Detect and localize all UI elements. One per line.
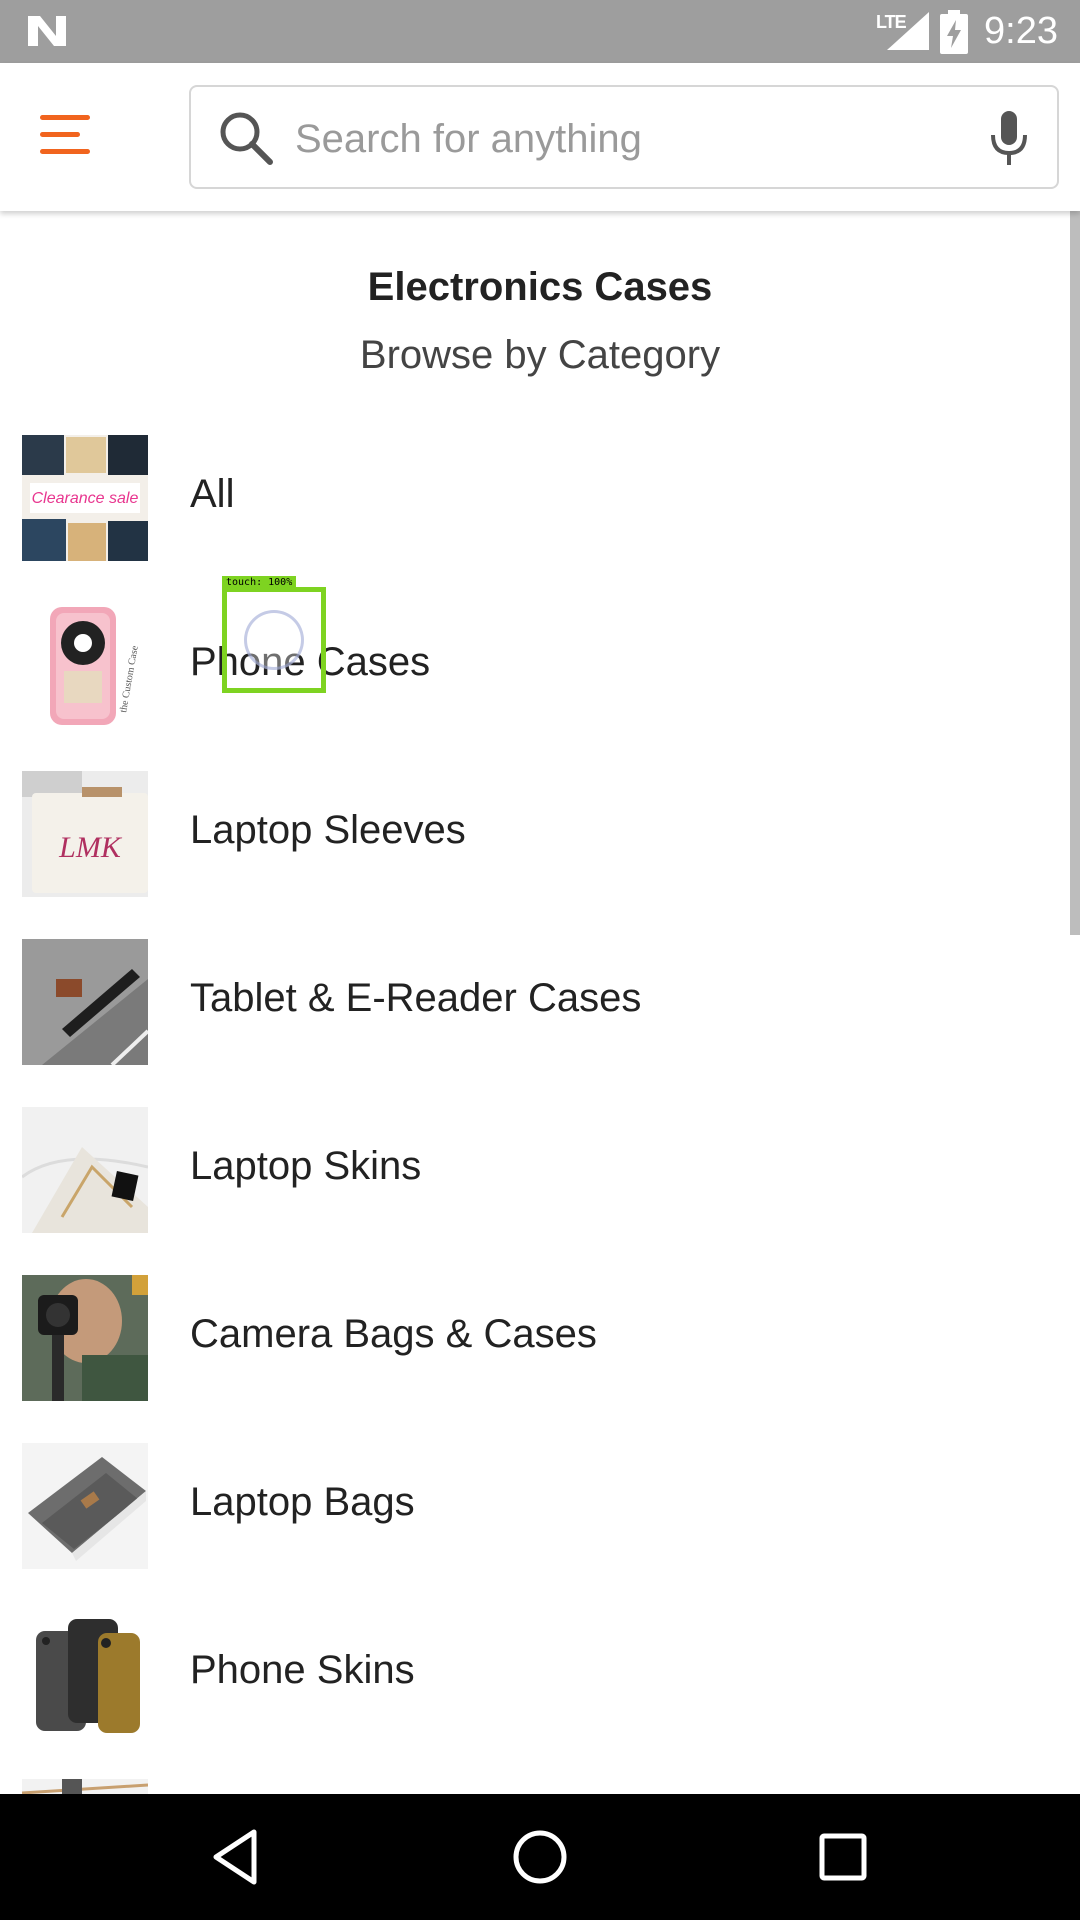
page-subtitle: Browse by Category xyxy=(359,333,721,377)
category-thumbnail: LMK xyxy=(22,771,148,897)
category-list: Clearance sale All the Custom Case Phone… xyxy=(0,425,1070,1794)
category-item-phone-cases[interactable]: the Custom Case Phone Cases xyxy=(0,593,1070,761)
category-item-tablet-e-reader-cases[interactable]: Tablet & E-Reader Cases xyxy=(0,929,1070,1097)
scrollbar[interactable] xyxy=(1070,211,1080,935)
category-item-camera-bags-cases[interactable]: Camera Bags & Cases xyxy=(0,1265,1070,1433)
category-thumbnail xyxy=(22,1443,148,1569)
category-item-partial[interactable] xyxy=(0,1769,1070,1794)
home-circle-icon[interactable] xyxy=(507,1824,573,1890)
search-bar[interactable] xyxy=(189,85,1059,189)
category-thumbnail xyxy=(22,1779,148,1794)
back-triangle-icon[interactable] xyxy=(204,1824,270,1890)
category-item-laptop-skins[interactable]: Laptop Skins xyxy=(0,1097,1070,1265)
category-label: Laptop Sleeves xyxy=(190,808,466,852)
battery-charging-icon xyxy=(940,10,968,54)
category-item-laptop-sleeves[interactable]: LMK Laptop Sleeves xyxy=(0,761,1070,929)
hamburger-menu-icon[interactable] xyxy=(40,115,96,159)
android-n-logo-icon xyxy=(28,16,66,46)
category-thumbnail xyxy=(22,1275,148,1401)
search-input[interactable] xyxy=(295,113,935,165)
category-label: Camera Bags & Cases xyxy=(190,1312,597,1356)
recent-apps-square-icon[interactable] xyxy=(810,1824,876,1890)
category-thumbnail xyxy=(22,1611,148,1737)
cell-signal-icon xyxy=(887,12,929,50)
category-label: Laptop Skins xyxy=(190,1144,422,1188)
page-title: Electronics Cases xyxy=(367,265,713,309)
microphone-icon[interactable] xyxy=(987,111,1031,167)
system-navigation-bar xyxy=(0,1794,1080,1920)
category-browser: Electronics Cases Browse by Category Cle… xyxy=(0,211,1080,1794)
svg-text:Clearance sale: Clearance sale xyxy=(32,490,139,507)
status-clock: 9:23 xyxy=(984,10,1058,52)
category-thumbnail xyxy=(22,1107,148,1233)
category-item-laptop-bags[interactable]: Laptop Bags xyxy=(0,1433,1070,1601)
category-label: Phone Skins xyxy=(190,1648,415,1692)
category-item-phone-skins[interactable]: Phone Skins xyxy=(0,1601,1070,1769)
category-item-all[interactable]: Clearance sale All xyxy=(0,425,1070,593)
status-bar: LTE 9:23 xyxy=(0,0,1080,63)
app-header xyxy=(0,63,1080,211)
category-label: Tablet & E-Reader Cases xyxy=(190,976,642,1020)
category-label: Laptop Bags xyxy=(190,1480,415,1524)
category-label: All xyxy=(190,472,235,516)
touch-ripple xyxy=(244,610,304,670)
svg-text:LMK: LMK xyxy=(58,831,123,864)
search-icon xyxy=(220,112,273,165)
category-thumbnail: the Custom Case xyxy=(22,603,148,729)
category-thumbnail xyxy=(22,939,148,1065)
category-thumbnail: Clearance sale xyxy=(22,435,148,561)
